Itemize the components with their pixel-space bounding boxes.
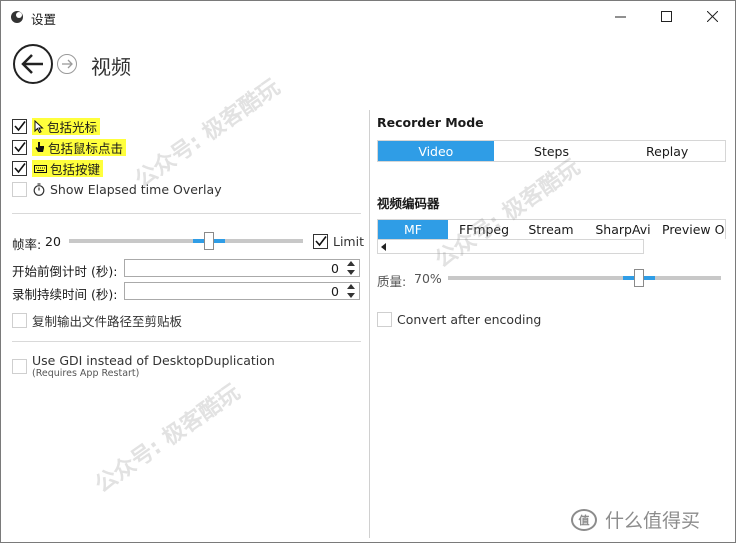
title-bar: 设置 — [1, 1, 735, 32]
forward-button[interactable] — [57, 54, 77, 74]
window-title: 设置 — [31, 12, 57, 27]
elapsed-overlay-checkbox[interactable] — [12, 181, 27, 197]
include-cursor-highlight: 包括光标 — [32, 117, 101, 135]
minimize-icon — [614, 16, 626, 18]
encoder-tabs: MF FFmpeg Stream SharpAvi Preview Or — [377, 219, 726, 239]
framerate-label: 帧率: — [12, 237, 42, 252]
brand-watermark: 值 什么值得买 — [571, 506, 700, 533]
arrow-right-icon — [62, 59, 73, 69]
checkmark-icon — [14, 162, 26, 173]
checkmark-icon — [315, 235, 327, 246]
arrow-left-icon — [21, 54, 43, 74]
watermark: 公众号: 极客酷玩 — [130, 74, 285, 194]
countdown-input[interactable]: 0 — [124, 259, 360, 277]
convert-row[interactable]: Convert after encoding — [377, 310, 541, 328]
duration-value: 0 — [331, 284, 339, 299]
close-icon — [706, 11, 718, 22]
recorder-mode-title: Recorder Mode — [377, 115, 484, 130]
duration-spinner[interactable] — [346, 284, 356, 298]
convert-checkbox[interactable] — [377, 311, 392, 327]
watermark: 公众号: 极客酷玩 — [90, 379, 245, 499]
framerate-value: 20 — [45, 234, 61, 249]
maximize-icon — [660, 11, 672, 22]
elapsed-overlay-label: Show Elapsed time Overlay — [50, 181, 222, 197]
caret-down-icon[interactable] — [347, 270, 355, 275]
quality-slider-thumb[interactable] — [634, 269, 644, 287]
checkmark-icon — [14, 141, 26, 152]
include-keys-checkbox[interactable] — [12, 160, 27, 176]
keyboard-icon — [34, 164, 47, 173]
divider — [12, 213, 361, 214]
caret-up-icon[interactable] — [347, 284, 355, 289]
framerate-slider-track — [69, 239, 303, 243]
encoder-tabs-scrollbar[interactable] — [377, 239, 644, 254]
mode-steps[interactable]: Steps — [494, 141, 610, 161]
quality-label: 质量: — [377, 274, 407, 289]
caret-up-icon[interactable] — [347, 261, 355, 266]
stopwatch-icon — [33, 182, 45, 196]
quality-value: 70% — [414, 271, 442, 286]
tab-stream[interactable]: Stream — [521, 220, 581, 239]
elapsed-overlay-row[interactable]: Show Elapsed time Overlay — [12, 180, 222, 198]
panel-divider — [369, 110, 370, 538]
recorder-mode-selector: Video Steps Replay — [377, 140, 726, 162]
copy-path-row[interactable]: 复制输出文件路径至剪贴板 — [12, 311, 182, 329]
limit-label: Limit — [333, 233, 364, 249]
include-keys-label: 包括按键 — [50, 161, 101, 177]
limit-checkbox[interactable] — [313, 233, 328, 249]
encoder-title: 视频编码器 — [377, 196, 440, 211]
divider — [12, 341, 361, 342]
caret-left-icon[interactable] — [381, 243, 386, 251]
duration-input[interactable]: 0 — [124, 282, 360, 300]
gdi-row[interactable]: Use GDI instead of DesktopDuplication (R… — [12, 353, 275, 379]
hand-pointer-icon — [35, 141, 44, 152]
checkmark-icon — [14, 120, 26, 131]
quality-slider-track — [448, 276, 721, 280]
tab-sharpavi[interactable]: SharpAvi — [589, 220, 657, 239]
include-keys-row[interactable]: 包括按键 — [12, 159, 104, 177]
copy-path-label: 复制输出文件路径至剪贴板 — [32, 313, 183, 329]
framerate-slider-thumb[interactable] — [204, 232, 214, 250]
include-cursor-row[interactable]: 包括光标 — [12, 117, 101, 135]
watermark: 公众号: 极客酷玩 — [430, 154, 585, 274]
caret-down-icon[interactable] — [347, 293, 355, 298]
cursor-arrow-icon — [34, 119, 44, 133]
brand-badge: 值 — [571, 508, 597, 531]
settings-window: 设置 视频 包括光标 包括鼠标点击 包括按键 Show Elapsed time… — [0, 0, 736, 543]
duration-label: 录制持续时间 (秒): — [12, 287, 118, 302]
include-clicks-checkbox[interactable] — [12, 139, 27, 155]
tab-ffmpeg[interactable]: FFmpeg — [452, 220, 516, 239]
quality-slider[interactable] — [448, 269, 721, 287]
include-clicks-label: 包括鼠标点击 — [48, 140, 124, 156]
include-cursor-checkbox[interactable] — [12, 118, 27, 134]
include-cursor-label: 包括光标 — [47, 119, 98, 135]
brand-text: 什么值得买 — [605, 510, 701, 532]
framerate-slider[interactable] — [69, 232, 303, 250]
page-title: 视频 — [91, 55, 131, 79]
include-clicks-row[interactable]: 包括鼠标点击 — [12, 138, 127, 156]
gdi-sublabel: (Requires App Restart) — [32, 368, 140, 379]
back-button[interactable] — [13, 44, 53, 84]
app-icon — [11, 11, 23, 23]
mode-replay[interactable]: Replay — [609, 141, 725, 161]
countdown-label: 开始前倒计时 (秒): — [12, 264, 118, 279]
mode-video[interactable]: Video — [378, 141, 494, 161]
copy-path-checkbox[interactable] — [12, 312, 27, 328]
minimize-button[interactable] — [597, 1, 643, 32]
tab-preview[interactable]: Preview Or — [662, 220, 725, 239]
countdown-spinner[interactable] — [346, 261, 356, 275]
countdown-value: 0 — [331, 261, 339, 276]
gdi-label: Use GDI instead of DesktopDuplication — [32, 353, 275, 368]
include-keys-highlight: 包括按键 — [32, 159, 104, 177]
gdi-checkbox[interactable] — [12, 359, 27, 374]
maximize-button[interactable] — [643, 1, 689, 32]
include-clicks-highlight: 包括鼠标点击 — [32, 138, 127, 156]
tab-mf[interactable]: MF — [378, 220, 448, 239]
limit-row[interactable]: Limit — [313, 232, 364, 250]
close-button[interactable] — [689, 1, 735, 32]
convert-label: Convert after encoding — [397, 311, 542, 327]
